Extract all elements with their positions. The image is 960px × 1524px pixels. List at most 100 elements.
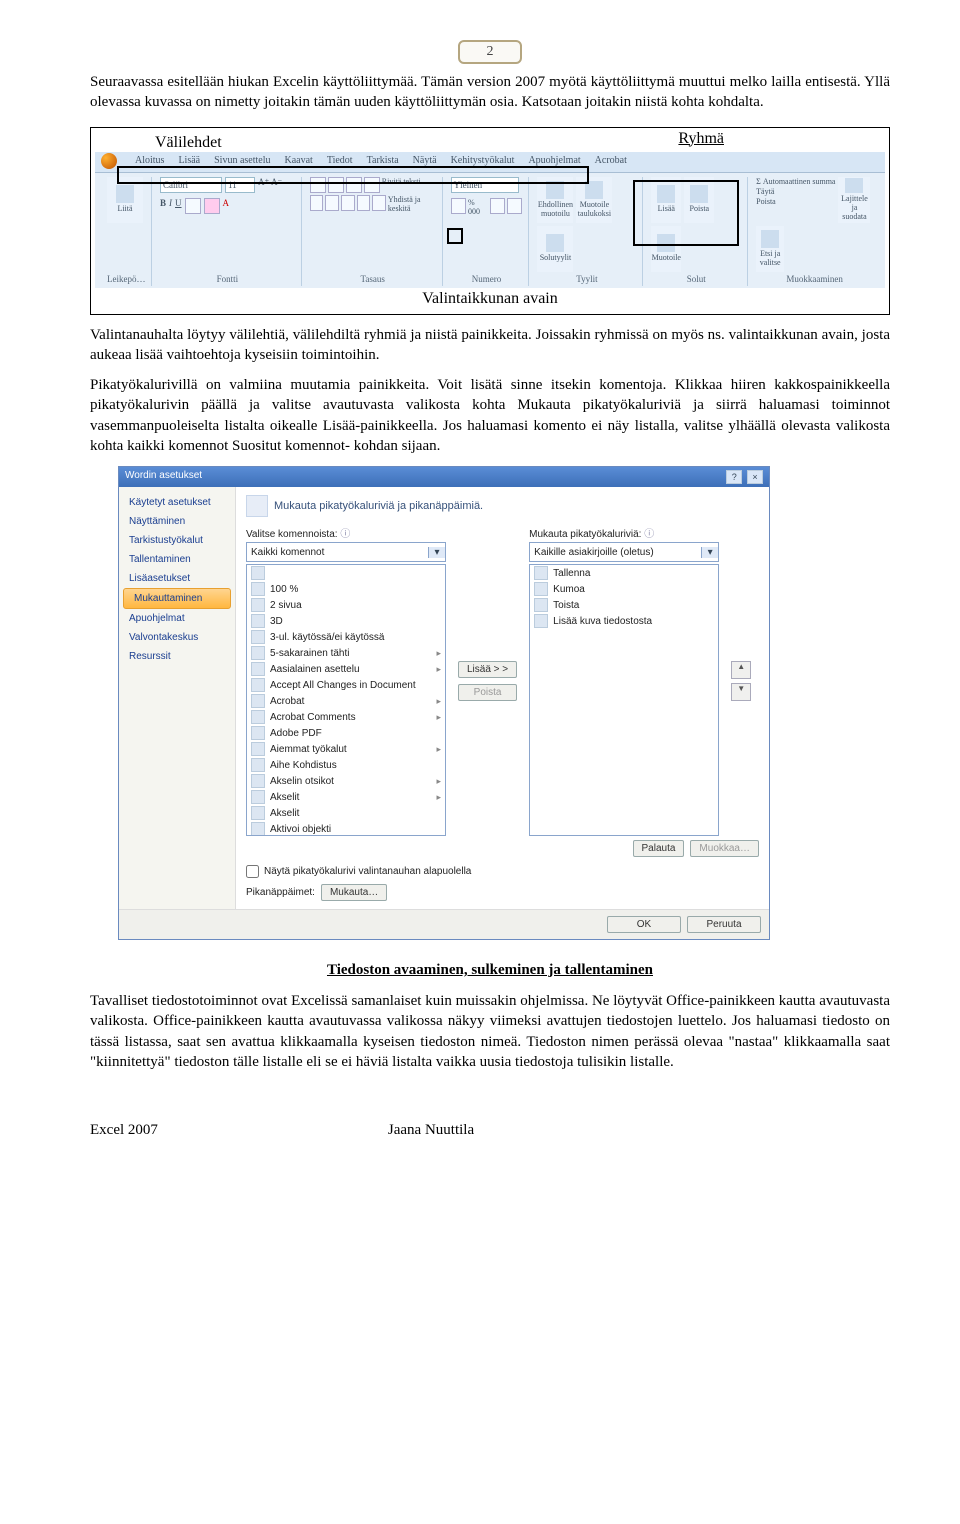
list-item: Tallenna: [530, 565, 718, 581]
list-item: 2 sivua: [247, 597, 445, 613]
command-icon: [534, 582, 548, 596]
command-icon: [251, 662, 265, 676]
ribbon-figure: Välilehdet Ryhmä Aloitus Lisää Sivun ase…: [90, 127, 890, 315]
hotkeys-label: Pikanäppäimet:: [246, 887, 315, 898]
ok-button: OK: [607, 916, 681, 933]
transfer-buttons: Lisää > > Poista: [458, 525, 517, 836]
office-button-icon: [101, 153, 117, 169]
checkbox-label: Näytä pikatyökalurivi valintanauhan alap…: [264, 866, 471, 877]
remove-button: Poista: [458, 684, 517, 701]
align-icon: [341, 195, 355, 211]
help-icon: ?: [726, 470, 742, 484]
list-item: Adobe PDF: [247, 725, 445, 741]
group-title: Tyylit: [537, 272, 636, 284]
list-item: Akselit▸: [247, 789, 445, 805]
list-item: Aihe Kohdistus: [247, 757, 445, 773]
group-title: Leikepö…: [107, 272, 145, 284]
command-icon: [251, 678, 265, 692]
command-icon: [251, 726, 265, 740]
dialog-titlebar: Wordin asetukset ? ×: [119, 467, 769, 487]
bold-icon: B: [160, 198, 166, 214]
styles-icon: [546, 234, 564, 252]
dialog-nav-item: Resurssit: [119, 647, 235, 666]
command-icon: [251, 646, 265, 660]
paragraph-4: Tavalliset tiedostotoiminnot ovat Exceli…: [90, 991, 890, 1072]
group-title: Fontti: [160, 272, 295, 284]
edit-button: Muokkaa…: [690, 840, 759, 857]
highlight-dialog-launcher: [447, 228, 463, 244]
list-item: Acrobat Comments▸: [247, 709, 445, 725]
dialog-nav-item: Tallentaminen: [119, 550, 235, 569]
info-icon: ⓘ: [340, 529, 350, 540]
decimal-icon: [490, 198, 505, 214]
percent-icon: % 000: [468, 198, 488, 216]
list-item: Lisää kuva tiedostosta: [530, 613, 718, 629]
command-icon: [251, 614, 265, 628]
dialog-heading: Mukauta pikatyökaluriviä ja pikanäppäimi…: [246, 495, 759, 517]
cancel-button: Peruuta: [687, 916, 761, 933]
footer-right: Jaana Nuuttila: [388, 1122, 474, 1139]
selected-commands-list: TallennaKumoaToistaLisää kuva tiedostost…: [529, 564, 719, 836]
underline-icon: U: [175, 198, 182, 214]
fill-label: Täytä: [756, 187, 835, 196]
list-item: Akselin otsikot▸: [247, 773, 445, 789]
list-item: 3-ul. käytössä/ei käytössä: [247, 629, 445, 645]
word-options-dialog: Wordin asetukset ? × Käytetyt asetuksetN…: [118, 466, 770, 940]
dialog-title: Wordin asetukset: [125, 470, 202, 484]
paragraph-2: Valintanauhalta löytyy välilehtiä, välil…: [90, 325, 890, 366]
dialog-nav-item: Apuohjelmat: [119, 609, 235, 628]
move-up-button: ▲: [731, 661, 751, 679]
command-icon: [251, 630, 265, 644]
list-item: Akselit: [247, 805, 445, 821]
label-valintaikkunan-avain: Valintaikkunan avain: [95, 288, 885, 310]
dialog-nav-item: Käytetyt asetukset: [119, 493, 235, 512]
list-item: Aasialainen asettelu▸: [247, 661, 445, 677]
all-commands-list: 100 %2 sivua3D3-ul. käytössä/ei käytössä…: [246, 564, 446, 836]
command-icon: [534, 598, 548, 612]
list-item: Aktivoi objekti: [247, 821, 445, 836]
section-title: Tiedoston avaaminen, sulkeminen ja talle…: [90, 962, 890, 979]
sort-button: Lajittele ja suodata: [838, 177, 870, 223]
move-down-button: ▼: [731, 683, 751, 701]
find-button: Etsi ja valitse: [756, 226, 784, 272]
clear-label: Poista: [756, 197, 835, 206]
command-icon: [251, 582, 265, 596]
customize-icon: [246, 495, 268, 517]
command-icon: [534, 566, 548, 580]
tab: Acrobat: [595, 155, 627, 169]
restore-button: Palauta: [633, 840, 685, 857]
ribbon-body: Liitä Leikepö… Calibri 11 A⁺ A⁻ B I U: [95, 173, 885, 288]
label-valilehdet: Välilehdet: [155, 134, 885, 152]
italic-icon: I: [169, 198, 172, 214]
footer-left: Excel 2007: [90, 1122, 158, 1139]
commands-from-dropdown: Kaikki komennot▾: [246, 542, 446, 562]
paragraph-1: Seuraavassa esitellään hiukan Excelin kä…: [90, 72, 890, 113]
indent-icon: [357, 195, 371, 211]
left-list-label: Valitse komennoista:: [246, 529, 338, 540]
cell-styles-button: Solutyylit: [537, 226, 573, 272]
list-item: 100 %: [247, 581, 445, 597]
dialog-nav-item: Mukauttaminen: [123, 588, 231, 609]
window-buttons: ? ×: [724, 470, 763, 484]
command-icon: [251, 806, 265, 820]
command-icon: [251, 822, 265, 836]
customize-for-dropdown: Kaikille asiakirjoille (oletus)▾: [529, 542, 719, 562]
page-footer: Excel 2007 Jaana Nuuttila: [90, 1122, 890, 1139]
find-icon: [761, 230, 779, 248]
sort-icon: [845, 178, 863, 194]
paste-icon: [116, 185, 134, 203]
dialog-nav-item: Näyttäminen: [119, 512, 235, 531]
list-item: Accept All Changes in Document: [247, 677, 445, 693]
dialog-nav-item: Valvontakeskus: [119, 628, 235, 647]
autosum-label: Σ Automaattinen summa: [756, 177, 835, 186]
list-item: Kumoa: [530, 581, 718, 597]
command-icon: [251, 598, 265, 612]
highlight-tabs: [117, 166, 589, 184]
currency-icon: [451, 198, 466, 214]
command-icon: [251, 566, 265, 580]
border-icon: [185, 198, 201, 214]
command-icon: [251, 710, 265, 724]
list-item: [247, 565, 445, 581]
close-icon: ×: [747, 470, 763, 484]
dialog-nav: Käytetyt asetuksetNäyttäminenTarkistusty…: [119, 487, 236, 909]
